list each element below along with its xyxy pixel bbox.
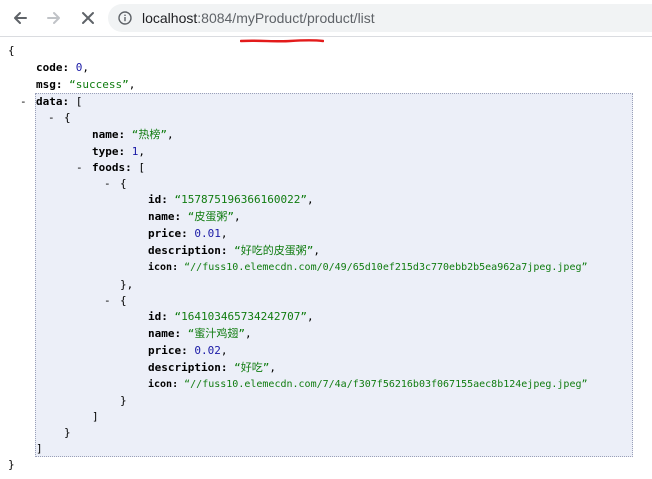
category-name-value: “热榜” (131, 128, 167, 141)
food-2-close: } (120, 393, 127, 409)
close-icon (82, 12, 94, 24)
brace: } (64, 426, 71, 439)
back-button[interactable] (6, 4, 34, 32)
data-close: ] (36, 441, 43, 457)
description-key: description: (148, 361, 228, 374)
comma: , (220, 344, 228, 357)
food-1-description-line: description: “好吃的皮蛋粥”, (148, 243, 320, 259)
brace: { (8, 44, 15, 57)
code-key: code: (36, 61, 70, 74)
description-key: description: (148, 244, 228, 257)
data-line: data: [ (36, 94, 82, 110)
bracket: ] (36, 442, 43, 455)
comma: , (128, 78, 136, 91)
json-close-brace: } (8, 457, 15, 473)
msg-line: msg: “success”, (36, 77, 135, 93)
name-key: name: (148, 327, 182, 340)
food-2-price-value: 0.02 (194, 344, 221, 357)
msg-value: “success” (69, 78, 129, 91)
food-1-name-line: name: “皮蛋粥”, (148, 209, 241, 225)
name-key: name: (148, 210, 182, 223)
red-underline-annotation (240, 39, 324, 43)
food-2-icon-value: “//fuss10.elemecdn.com/7/4a/f307f56216b0… (184, 379, 588, 390)
category-open: { (64, 110, 71, 126)
browser-toolbar: localhost:8084/myProduct/product/list (0, 0, 652, 37)
food-1-id-line: id: “157875196366160022”, (148, 192, 314, 208)
bracket: [ (138, 161, 145, 174)
food-1-name-value: “皮蛋粥” (187, 210, 234, 223)
collapse-toggle-food-1[interactable]: - (104, 176, 111, 192)
brace: { (120, 294, 127, 307)
comma: , (269, 361, 276, 374)
brace: } (8, 458, 15, 471)
comma: , (220, 227, 228, 240)
id-key: id: (148, 193, 168, 206)
food-2-price-line: price: 0.02, (148, 343, 228, 359)
category-name-line: name: “热榜”, (92, 127, 174, 143)
brace: { (120, 177, 127, 190)
collapse-toggle-category[interactable]: - (48, 110, 55, 126)
type-key: type: (92, 145, 126, 158)
msg-key: msg: (36, 78, 63, 91)
food-1-price-line: price: 0.01, (148, 226, 228, 242)
price-key: price: (148, 227, 188, 240)
comma: , (167, 128, 174, 141)
brace: { (64, 111, 71, 124)
category-close: } (64, 425, 71, 441)
bracket: ] (92, 410, 99, 423)
name-key: name: (92, 128, 126, 141)
food-2-description-line: description: “好吃”, (148, 360, 276, 376)
bracket: [ (75, 95, 83, 108)
code-line: code: 0, (36, 60, 89, 76)
price-key: price: (148, 344, 188, 357)
food-2-open: { (120, 293, 127, 309)
forward-arrow-icon (47, 12, 60, 24)
comma: , (306, 310, 314, 323)
food-1-description-value: “好吃的皮蛋粥” (234, 244, 314, 257)
json-open-brace: { (8, 43, 15, 59)
food-2-icon-line: icon: “//fuss10.elemecdn.com/7/4a/f307f5… (148, 377, 588, 393)
collapse-toggle-data[interactable]: - (20, 94, 27, 110)
info-icon[interactable] (118, 11, 132, 25)
url-host: localhost (142, 10, 198, 26)
collapse-toggle-food-2[interactable]: - (104, 293, 111, 309)
food-1-icon-value: “//fuss10.elemecdn.com/0/49/65d10ef215d3… (184, 262, 588, 273)
collapse-toggle-foods[interactable]: - (76, 160, 83, 176)
url-text[interactable]: localhost:8084/myProduct/product/list (142, 10, 375, 26)
foods-close: ] (92, 409, 99, 425)
data-key: data: (36, 95, 70, 108)
brace: }, (120, 278, 134, 291)
food-2-name-line: name: “蜜汁鸡翅”, (148, 326, 252, 342)
food-2-description-value: “好吃” (234, 361, 270, 374)
stop-button[interactable] (74, 4, 102, 32)
category-type-line: type: 1, (92, 144, 145, 160)
comma: , (138, 145, 145, 158)
food-1-id-value: “157875196366160022” (174, 193, 307, 206)
foods-key: foods: (92, 161, 132, 174)
id-key: id: (148, 310, 168, 323)
comma: , (245, 327, 252, 340)
url-path: :8084/myProduct/product/list (197, 10, 375, 26)
foods-line: foods: [ (92, 160, 145, 176)
comma: , (82, 61, 89, 74)
brace: } (120, 394, 127, 407)
food-1-open: { (120, 176, 127, 192)
food-2-id-line: id: “164103465734242707”, (148, 309, 314, 325)
food-2-id-value: “164103465734242707” (174, 310, 307, 323)
food-2-name-value: “蜜汁鸡翅” (187, 327, 245, 340)
food-1-price-value: 0.01 (194, 227, 221, 240)
icon-key: icon: (148, 379, 179, 390)
food-1-close: }, (120, 277, 133, 293)
back-arrow-icon (14, 12, 27, 24)
address-bar[interactable]: localhost:8084/myProduct/product/list (108, 4, 652, 32)
comma: , (313, 244, 320, 257)
icon-key: icon: (148, 262, 179, 273)
comma: , (306, 193, 314, 206)
comma: , (234, 210, 241, 223)
forward-button[interactable] (40, 4, 68, 32)
food-1-icon-line: icon: “//fuss10.elemecdn.com/0/49/65d10e… (148, 260, 588, 276)
